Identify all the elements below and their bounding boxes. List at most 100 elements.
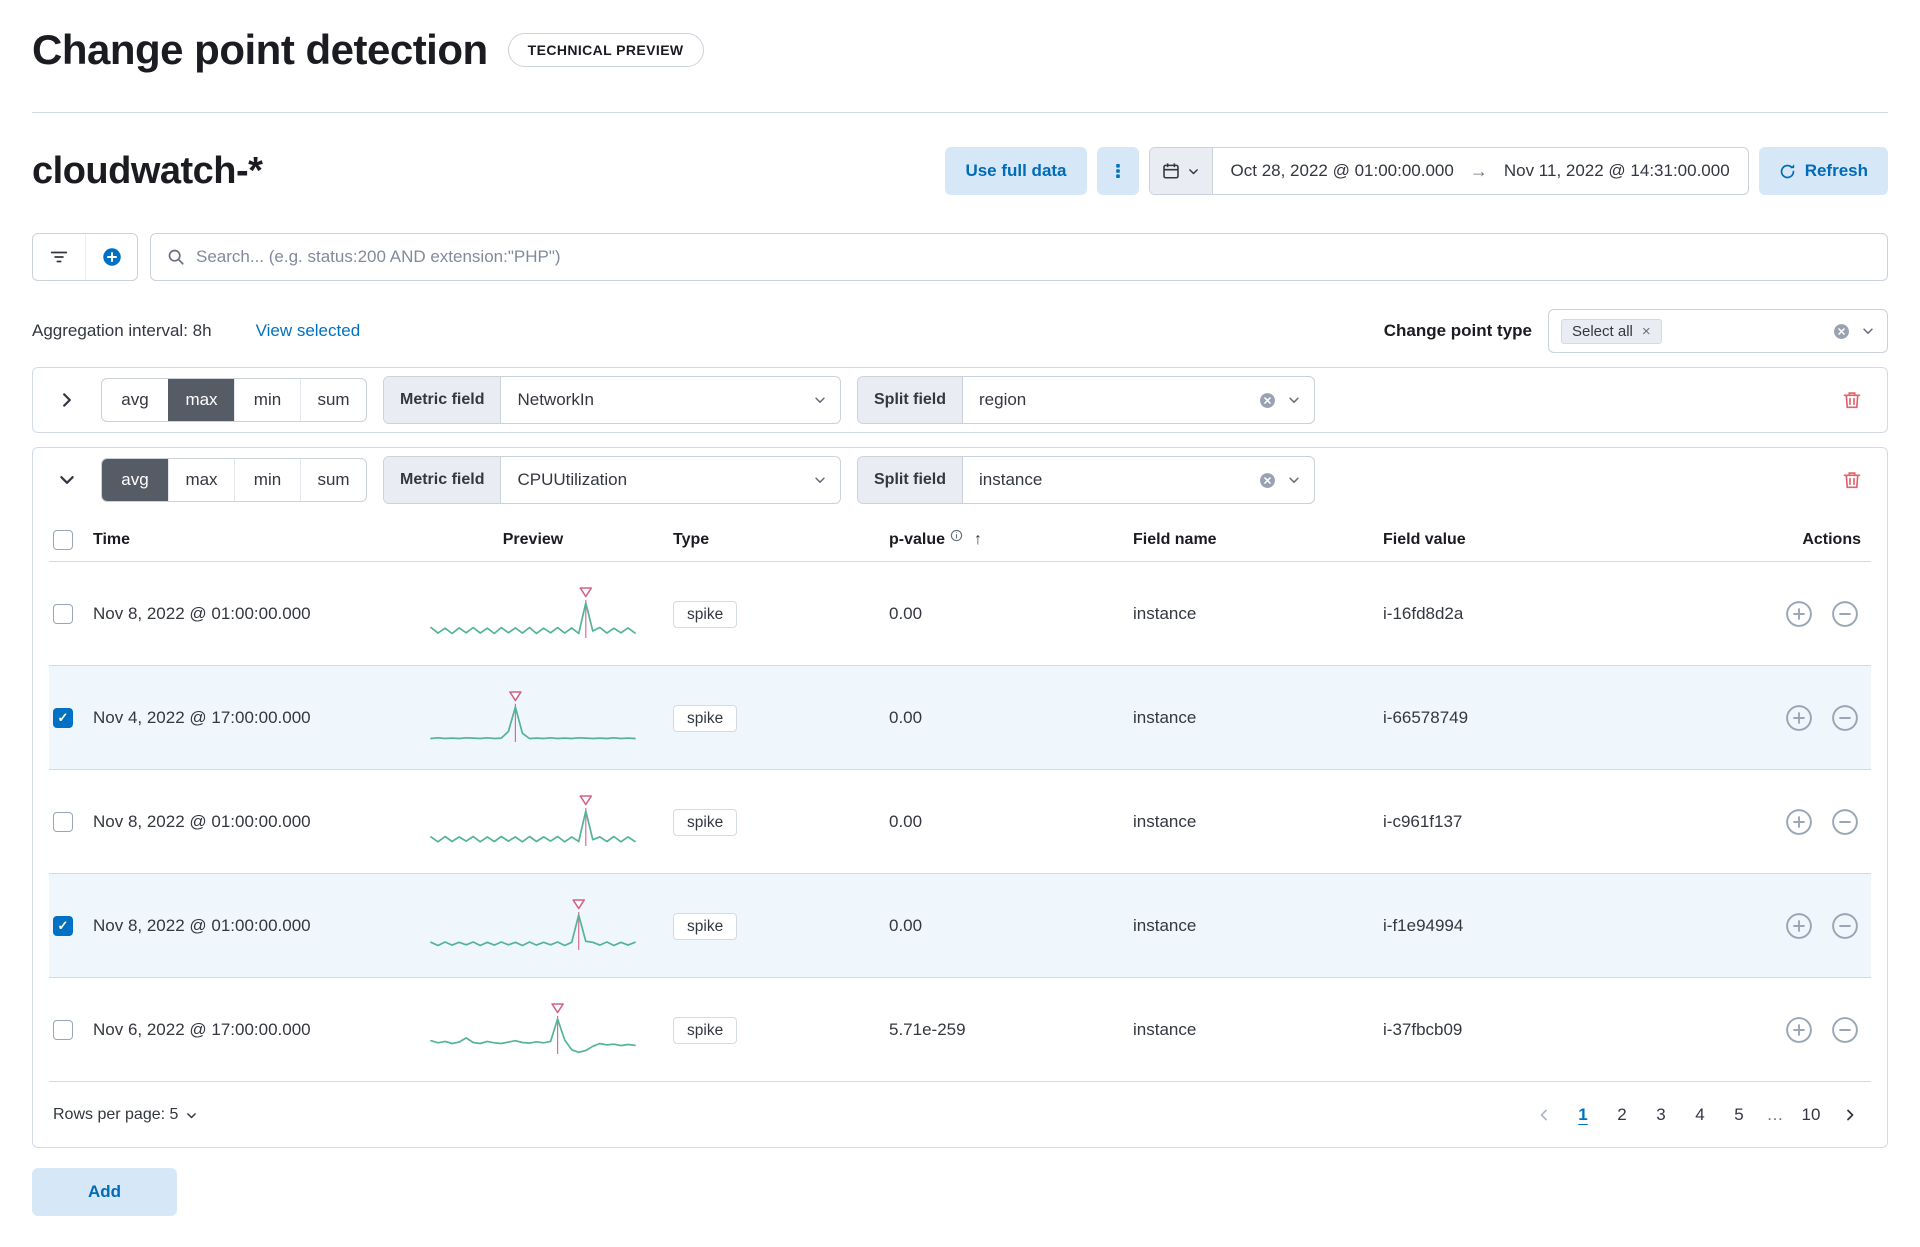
toolbar-actions: Use full data Oct 28, 2022 @ 01:00:00.00… [945, 147, 1888, 195]
chevron-right-icon [58, 391, 76, 409]
type-badge: spike [673, 1016, 738, 1044]
metric-field-select[interactable]: Metric field CPUUtilization [383, 456, 841, 504]
page-4-button[interactable]: 4 [1683, 1097, 1717, 1133]
function-max-button[interactable]: max [168, 379, 234, 421]
split-field-label: Split field [858, 457, 963, 503]
filter-out-value-button[interactable] [1829, 1014, 1861, 1046]
chevron-down-icon [813, 473, 827, 487]
row-checkbox[interactable] [53, 811, 73, 832]
row-field-value: i-66578749 [1383, 707, 1469, 727]
function-min-button[interactable]: min [234, 459, 300, 501]
split-field-value: instance [979, 470, 1043, 489]
page-2-button[interactable]: 2 [1605, 1097, 1639, 1133]
row-checkbox[interactable] [53, 707, 73, 728]
chevron-right-icon [1842, 1107, 1858, 1123]
view-selected-link[interactable]: View selected [256, 321, 361, 341]
split-field-combobox[interactable]: Split field region [857, 376, 1315, 424]
column-header-field-name[interactable]: Field name [1083, 531, 1333, 549]
previous-page-button[interactable] [1527, 1097, 1561, 1133]
delete-config-button[interactable] [1833, 381, 1871, 419]
clear-field-icon[interactable] [1259, 392, 1276, 409]
row-pvalue: 0.00 [889, 603, 923, 623]
function-min-button[interactable]: min [234, 379, 300, 421]
filter-out-value-button[interactable] [1829, 806, 1861, 838]
column-header-actions: Actions [1802, 530, 1861, 548]
query-menu-button[interactable] [1096, 147, 1139, 195]
config-panel-cpuutilization: avg max min sum Metric field CPUUtilizat… [32, 447, 1888, 1148]
rows-per-page-button[interactable]: Rows per page: 5 [53, 1106, 198, 1124]
select-all-checkbox[interactable] [53, 529, 73, 550]
clear-field-icon[interactable] [1259, 472, 1276, 489]
row-checkbox[interactable] [53, 1019, 73, 1040]
table-row: Nov 8, 2022 @ 01:00:00.000 spike 0.00 in… [49, 562, 1871, 666]
filter-for-value-button[interactable] [1783, 806, 1815, 838]
sort-ascending-icon: ↑ [974, 530, 983, 548]
chevron-down-icon [1287, 473, 1301, 487]
page-title: Change point detection [32, 26, 488, 73]
data-view-title: cloudwatch-* [32, 149, 263, 192]
delete-config-button[interactable] [1833, 461, 1871, 499]
change-point-type-combobox[interactable]: Select all × [1548, 309, 1888, 353]
function-max-button[interactable]: max [168, 459, 234, 501]
remove-tag-icon[interactable]: × [1642, 323, 1651, 340]
filter-for-value-button[interactable] [1783, 702, 1815, 734]
clear-selection-icon[interactable] [1833, 323, 1850, 340]
row-checkbox[interactable] [53, 915, 73, 936]
refresh-button[interactable]: Refresh [1758, 147, 1888, 195]
row-checkbox[interactable] [53, 603, 73, 624]
metric-field-value: CPUUtilization [517, 470, 628, 489]
column-header-type[interactable]: Type [673, 531, 843, 549]
date-start-field[interactable]: Oct 28, 2022 @ 01:00:00.000 [1231, 161, 1454, 181]
filter-button[interactable] [33, 234, 85, 280]
row-field-value: i-f1e94994 [1383, 915, 1464, 935]
chevron-down-icon[interactable] [1861, 324, 1875, 338]
column-header-pvalue[interactable]: p-value ↑ [843, 529, 1083, 549]
page-3-button[interactable]: 3 [1644, 1097, 1678, 1133]
type-badge: spike [673, 704, 738, 732]
function-sum-button[interactable]: sum [300, 379, 366, 421]
page-1-button[interactable]: 1 [1566, 1097, 1600, 1133]
add-config-button[interactable]: Add [32, 1168, 177, 1216]
function-sum-button[interactable]: sum [300, 459, 366, 501]
filter-out-value-button[interactable] [1829, 702, 1861, 734]
function-button-group: avg max min sum [101, 378, 367, 422]
chevron-down-icon [1287, 393, 1301, 407]
metric-field-select[interactable]: Metric field NetworkIn [383, 376, 841, 424]
preview-sparkline [430, 1002, 636, 1054]
function-avg-button[interactable]: avg [102, 459, 168, 501]
date-end-field[interactable]: Nov 11, 2022 @ 14:31:00.000 [1504, 161, 1730, 181]
function-button-group: avg max min sum [101, 458, 367, 502]
toolbar-row: cloudwatch-* Use full data Oct 28, 2022 … [32, 143, 1888, 199]
pagination: 1 2 3 4 5 … 10 [1527, 1097, 1867, 1133]
expand-config-button[interactable] [49, 382, 85, 418]
column-header-time[interactable]: Time [93, 531, 393, 549]
metric-field-label: Metric field [384, 457, 502, 503]
preview-sparkline [430, 898, 636, 950]
trash-icon [1842, 390, 1862, 410]
filter-button-group [32, 233, 138, 281]
page-5-button[interactable]: 5 [1722, 1097, 1756, 1133]
filter-for-value-button[interactable] [1783, 910, 1815, 942]
column-header-field-value[interactable]: Field value [1333, 531, 1633, 549]
filter-out-value-button[interactable] [1829, 598, 1861, 630]
collapse-config-button[interactable] [49, 462, 85, 498]
split-field-combobox[interactable]: Split field instance [857, 456, 1315, 504]
filter-out-value-button[interactable] [1829, 910, 1861, 942]
add-filter-button[interactable] [85, 234, 137, 280]
filter-for-value-button[interactable] [1783, 598, 1815, 630]
function-avg-button[interactable]: avg [102, 379, 168, 421]
table-row: Nov 8, 2022 @ 01:00:00.000 spike 0.00 in… [49, 770, 1871, 874]
trash-icon [1842, 470, 1862, 490]
table-row: Nov 8, 2022 @ 01:00:00.000 spike 0.00 in… [49, 874, 1871, 978]
search-input[interactable] [196, 247, 1871, 267]
use-full-data-button[interactable]: Use full data [945, 147, 1087, 195]
next-page-button[interactable] [1833, 1097, 1867, 1133]
quick-select-button[interactable] [1149, 148, 1213, 194]
info-icon[interactable] [950, 529, 963, 542]
page-10-button[interactable]: 10 [1794, 1097, 1828, 1133]
selected-type-tag[interactable]: Select all × [1561, 318, 1662, 344]
filter-for-value-button[interactable] [1783, 1014, 1815, 1046]
calendar-icon [1162, 162, 1180, 180]
selected-type-label: Select all [1572, 322, 1633, 340]
date-range-fields: Oct 28, 2022 @ 01:00:00.000 → Nov 11, 20… [1213, 148, 1748, 194]
